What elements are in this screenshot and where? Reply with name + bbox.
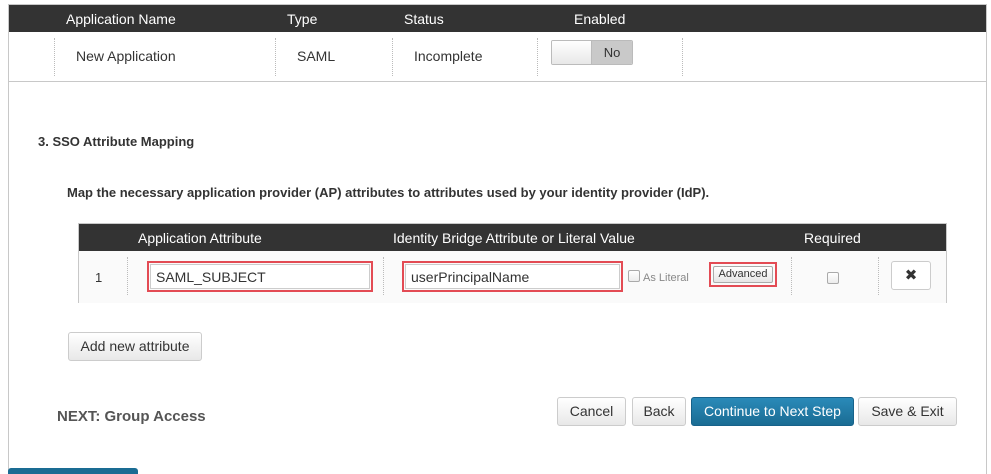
next-step-label: NEXT: Group Access <box>57 408 206 425</box>
delete-row-button[interactable]: ✖ <box>891 261 931 290</box>
application-name: New Application <box>76 48 176 64</box>
as-literal-label: As Literal <box>643 272 689 284</box>
highlight-box <box>709 262 777 287</box>
application-type: SAML <box>297 48 336 64</box>
header-type: Type <box>287 11 318 27</box>
highlight-box <box>147 261 373 292</box>
header-enabled: Enabled <box>574 11 626 27</box>
header-application-name: Application Name <box>66 11 176 27</box>
toggle-knob[interactable] <box>552 41 592 64</box>
add-new-attribute-button[interactable]: Add new attribute <box>68 332 202 361</box>
application-summary-table: Application Name Type Status Enabled New… <box>8 4 987 82</box>
header-status: Status <box>404 11 444 27</box>
required-checkbox[interactable] <box>827 272 839 284</box>
application-row: New Application SAML Incomplete <box>9 32 986 82</box>
attribute-mapping-table: Application Attribute Identity Bridge At… <box>78 223 947 303</box>
table-row: 1 As Literal Advanced ✖ <box>79 251 946 303</box>
application-table-header: Application Name Type Status Enabled <box>9 5 986 32</box>
as-literal-checkbox[interactable] <box>628 270 640 282</box>
header-identity-bridge-attribute: Identity Bridge Attribute or Literal Val… <box>393 230 635 246</box>
header-application-attribute: Application Attribute <box>138 230 262 246</box>
row-index: 1 <box>95 270 103 285</box>
enabled-toggle[interactable]: No <box>551 40 633 65</box>
attribute-table-header: Application Attribute Identity Bridge At… <box>79 224 946 251</box>
header-required: Required <box>804 230 861 246</box>
save-exit-button[interactable]: Save & Exit <box>858 397 957 426</box>
toggle-state-label: No <box>592 41 632 64</box>
section-description: Map the necessary application provider (… <box>67 185 710 200</box>
bottom-tab-strip <box>8 468 138 474</box>
cancel-button[interactable]: Cancel <box>557 397 626 426</box>
continue-button[interactable]: Continue to Next Step <box>691 397 854 426</box>
back-button[interactable]: Back <box>632 397 686 426</box>
application-status: Incomplete <box>414 48 483 64</box>
section-title: 3. SSO Attribute Mapping <box>38 134 195 149</box>
highlight-box <box>402 261 623 292</box>
